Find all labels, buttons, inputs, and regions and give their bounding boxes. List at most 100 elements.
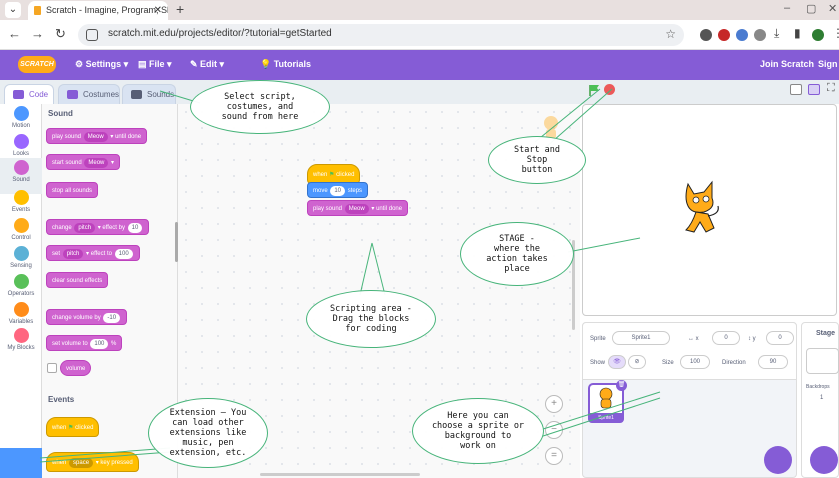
tab-sounds[interactable]: Sounds bbox=[122, 84, 176, 104]
green-flag-button[interactable] bbox=[588, 84, 600, 96]
x-input[interactable]: 0 bbox=[712, 331, 740, 345]
file-menu[interactable]: ▤ File ▾ bbox=[138, 59, 172, 70]
join-scratch-link[interactable]: Join Scratch bbox=[760, 59, 814, 69]
tutorials-menu[interactable]: 💡 Tutorials bbox=[260, 59, 311, 70]
tab-code[interactable]: Code bbox=[4, 84, 54, 104]
minimize-window-icon[interactable]: – bbox=[784, 2, 790, 14]
large-stage-icon[interactable] bbox=[808, 84, 820, 95]
extension-icon-1[interactable] bbox=[700, 29, 712, 41]
block-text: effect to bbox=[90, 251, 112, 257]
delete-sprite-icon[interactable]: 🗑 bbox=[616, 380, 627, 391]
block-number-input[interactable]: 10 bbox=[330, 186, 346, 196]
browser-menu-icon[interactable]: ⋮ bbox=[832, 26, 839, 40]
show-visible-eye-icon[interactable]: 👁 bbox=[608, 355, 626, 369]
block-text: move bbox=[313, 188, 328, 194]
new-tab-plus-icon[interactable]: + bbox=[176, 1, 184, 17]
tab-search-chevron-icon[interactable]: ⌄ bbox=[5, 2, 21, 18]
change-effect-block[interactable]: change pitch ▾ effect by 10 bbox=[46, 219, 150, 235]
script-horizontal-scrollbar[interactable] bbox=[260, 473, 420, 476]
block-dropdown[interactable]: Meow bbox=[344, 204, 369, 214]
close-tab-icon[interactable]: ✕ bbox=[154, 1, 162, 20]
tab-costumes[interactable]: Costumes bbox=[58, 84, 120, 104]
script-play-sound-block[interactable]: play sound Meow ▾ until done bbox=[307, 200, 409, 216]
choose-sprite-button[interactable] bbox=[764, 446, 792, 474]
bookmark-star-icon[interactable]: ☆ bbox=[665, 27, 676, 41]
back-arrow-icon[interactable]: ← bbox=[8, 26, 21, 41]
block-dropdown[interactable]: space bbox=[69, 458, 94, 468]
url-field[interactable]: scratch.mit.edu/projects/editor/?tutoria… bbox=[78, 24, 684, 46]
stage-thumbnail[interactable] bbox=[806, 348, 839, 374]
play-sound-until-done-block[interactable]: play sound Meow ▾ until done bbox=[46, 128, 148, 144]
tutorials-label: Tutorials bbox=[273, 59, 312, 69]
set-volume-block[interactable]: set volume to 100 % bbox=[46, 335, 123, 351]
add-extension-button[interactable] bbox=[0, 448, 42, 478]
choose-backdrop-button[interactable] bbox=[810, 446, 838, 474]
category-label: Sound bbox=[12, 177, 30, 183]
site-info-icon[interactable] bbox=[86, 29, 98, 41]
edit-menu[interactable]: ✎ Edit ▾ bbox=[190, 59, 224, 70]
callout-select-tabs: Select script, costumes, and sound from … bbox=[190, 80, 330, 134]
script-move-steps-block[interactable]: move 10 steps bbox=[307, 182, 369, 198]
category-label: Variables bbox=[8, 319, 34, 325]
settings-menu[interactable]: ⚙ Settings ▾ bbox=[75, 59, 128, 70]
fullscreen-icon[interactable]: ⛶ bbox=[827, 82, 835, 95]
sprite-info bbox=[582, 322, 797, 380]
y-input[interactable]: 0 bbox=[766, 331, 794, 345]
scratch-menubar: SCRATCH ⚙ Settings ▾ ▤ File ▾ ✎ Edit ▾ 💡… bbox=[0, 50, 839, 80]
tab-code-label: Code bbox=[29, 90, 49, 99]
block-number-input[interactable]: 100 bbox=[114, 249, 133, 259]
block-dropdown[interactable]: Meow bbox=[83, 132, 108, 142]
zoom-reset-button[interactable]: = bbox=[545, 447, 563, 465]
block-dropdown[interactable]: pitch bbox=[62, 249, 84, 259]
extension-icon-3[interactable] bbox=[736, 29, 748, 41]
block-text: until done bbox=[115, 134, 142, 140]
block-number-input[interactable]: 10 bbox=[127, 223, 143, 233]
direction-input[interactable]: 90 bbox=[758, 355, 788, 369]
when-flag-clicked-block[interactable]: when ⚑ clicked bbox=[46, 417, 100, 437]
sensing-dot-icon bbox=[13, 246, 29, 261]
cat-sprite[interactable] bbox=[678, 180, 723, 240]
extension-icon-2[interactable] bbox=[718, 29, 730, 41]
block-text: when bbox=[52, 425, 67, 431]
block-number-input[interactable]: -10 bbox=[103, 313, 121, 323]
block-text: steps bbox=[347, 188, 363, 194]
zoom-in-button[interactable]: + bbox=[545, 395, 563, 413]
block-dropdown[interactable]: Meow bbox=[84, 158, 109, 168]
url-text: scratch.mit.edu/projects/editor/?tutoria… bbox=[108, 28, 332, 39]
script-when-flag-clicked-block[interactable]: when ⚑ clicked bbox=[307, 164, 361, 184]
forward-arrow-icon[interactable]: → bbox=[31, 26, 44, 41]
download-icon[interactable]: ⤓ bbox=[774, 26, 779, 41]
when-key-pressed-block[interactable]: when space ▾ key pressed bbox=[46, 452, 139, 472]
scratch-logo[interactable]: SCRATCH bbox=[18, 56, 56, 73]
category-my-blocks[interactable]: My Blocks bbox=[0, 326, 42, 362]
block-dropdown[interactable]: pitch bbox=[74, 223, 96, 233]
address-bar: ← → ↻ scratch.mit.edu/projects/editor/?t… bbox=[0, 20, 839, 50]
stop-button[interactable] bbox=[604, 84, 615, 95]
block-text: change bbox=[52, 225, 72, 231]
stop-all-sounds-block[interactable]: stop all sounds bbox=[46, 182, 99, 198]
volume-checkbox[interactable] bbox=[47, 363, 57, 373]
block-number-input[interactable]: 100 bbox=[90, 339, 109, 349]
zoom-out-button[interactable]: − bbox=[545, 421, 563, 439]
set-effect-block[interactable]: set pitch ▾ effect to 100 bbox=[46, 245, 140, 261]
sign-in-link[interactable]: Sign in bbox=[818, 59, 839, 69]
close-window-icon[interactable]: ✕ bbox=[828, 2, 837, 15]
small-stage-icon[interactable] bbox=[790, 84, 802, 95]
profile-avatar-icon[interactable] bbox=[812, 29, 824, 41]
clear-sound-effects-block[interactable]: clear sound effects bbox=[46, 272, 109, 288]
size-input[interactable]: 100 bbox=[680, 355, 710, 369]
restore-window-icon[interactable]: ▢ bbox=[806, 2, 816, 15]
show-hidden-eye-icon[interactable]: ⊘ bbox=[628, 355, 646, 369]
reload-icon[interactable]: ↻ bbox=[55, 26, 66, 42]
start-sound-block[interactable]: start sound Meow ▾ bbox=[46, 154, 121, 170]
y-label: ↕ y bbox=[748, 336, 756, 342]
side-panel-icon[interactable]: ▮ bbox=[794, 26, 801, 40]
browser-tab[interactable]: Scratch - Imagine, Program, Sh ✕ bbox=[28, 1, 168, 20]
block-text: set volume to bbox=[52, 341, 88, 347]
browser-tab-title: Scratch - Imagine, Program, Sh bbox=[46, 5, 168, 15]
extension-icon-4[interactable] bbox=[754, 29, 766, 41]
change-volume-block[interactable]: change volume by -10 bbox=[46, 309, 128, 325]
category-label: Control bbox=[11, 235, 31, 241]
sprite-name-input[interactable]: Sprite1 bbox=[612, 331, 670, 345]
volume-reporter-block[interactable]: volume bbox=[60, 360, 92, 376]
